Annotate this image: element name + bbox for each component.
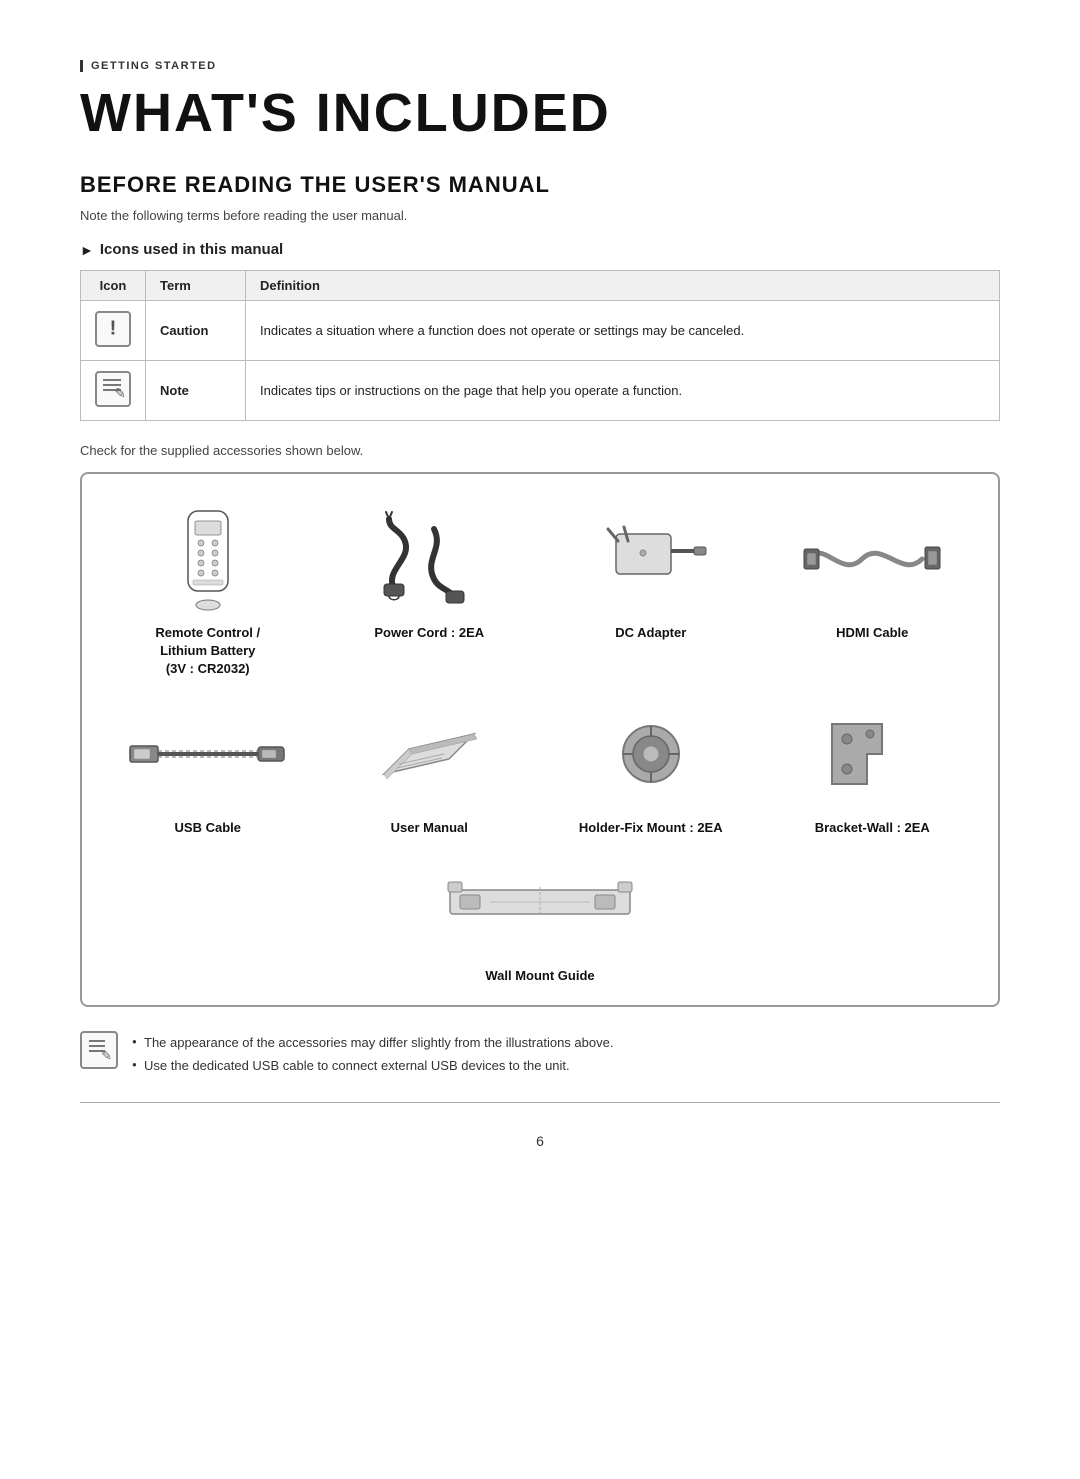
accessory-label-bracket-wall: Bracket-Wall : 2EA: [815, 819, 930, 837]
accessory-label-user-manual: User Manual: [391, 819, 468, 837]
col-header-definition: Definition: [246, 271, 1000, 301]
note-bullet-1: The appearance of the accessories may di…: [132, 1031, 613, 1054]
subsection-heading: ► Icons used in this manual: [80, 241, 1000, 258]
check-text: Check for the supplied accessories shown…: [80, 443, 1000, 458]
page-number: 6: [80, 1133, 1000, 1149]
note-icon-cell: [81, 361, 146, 421]
note-box-icon: [80, 1031, 118, 1069]
accessory-image-dc-adapter: [576, 504, 726, 614]
caution-icon-cell: [81, 301, 146, 361]
caution-definition: Indicates a situation where a function d…: [246, 301, 1000, 361]
accessories-box: Remote Control /Lithium Battery(3V : CR2…: [80, 472, 1000, 1007]
accessory-item-wall-mount-guide: Wall Mount Guide: [465, 847, 615, 985]
accessory-image-remote-control: [133, 504, 283, 614]
col-header-term: Term: [146, 271, 246, 301]
accessory-image-wall-mount-guide: [465, 847, 615, 957]
accessory-item-dc-adapter: DC Adapter: [545, 504, 757, 679]
accessory-image-hdmi-cable: [797, 504, 947, 614]
page-title: WHAT'S INCLUDED: [80, 82, 1000, 144]
accessory-label-dc-adapter: DC Adapter: [615, 624, 686, 642]
note-icon: [95, 371, 131, 407]
accessory-image-bracket-wall: [797, 699, 947, 809]
note-box: The appearance of the accessories may di…: [80, 1031, 1000, 1103]
col-header-icon: Icon: [81, 271, 146, 301]
accessory-label-remote-control: Remote Control /Lithium Battery(3V : CR2…: [155, 624, 260, 679]
accessory-label-power-cord: Power Cord : 2EA: [374, 624, 484, 642]
intro-text: Note the following terms before reading …: [80, 208, 1000, 223]
caution-term: Caution: [146, 301, 246, 361]
note-bullets: The appearance of the accessories may di…: [132, 1031, 613, 1078]
section-label: GETTING STARTED: [80, 60, 1000, 72]
accessory-image-power-cord: [354, 504, 504, 614]
table-row: Caution Indicates a situation where a fu…: [81, 301, 1000, 361]
accessory-label-wall-mount-guide: Wall Mount Guide: [485, 967, 594, 985]
accessory-item-hdmi-cable: HDMI Cable: [767, 504, 979, 679]
accessory-image-user-manual: [354, 699, 504, 809]
table-row: Note Indicates tips or instructions on t…: [81, 361, 1000, 421]
note-bullet-2: Use the dedicated USB cable to connect e…: [132, 1054, 613, 1077]
accessories-last-row: Wall Mount Guide: [102, 847, 978, 985]
arrow-icon: ►: [80, 242, 94, 258]
accessory-item-holder-fix-mount: Holder-Fix Mount : 2EA: [545, 699, 757, 837]
accessory-label-holder-fix-mount: Holder-Fix Mount : 2EA: [579, 819, 723, 837]
caution-icon: [95, 311, 131, 347]
accessory-label-usb-cable: USB Cable: [175, 819, 241, 837]
accessory-label-hdmi-cable: HDMI Cable: [836, 624, 908, 642]
accessory-image-holder-fix-mount: [576, 699, 726, 809]
accessory-item-bracket-wall: Bracket-Wall : 2EA: [767, 699, 979, 837]
accessory-item-usb-cable: USB Cable: [102, 699, 314, 837]
accessories-grid: Remote Control /Lithium Battery(3V : CR2…: [102, 504, 978, 837]
section-heading: BEFORE READING THE USER'S MANUAL: [80, 172, 1000, 198]
accessory-item-user-manual: User Manual: [324, 699, 536, 837]
note-term: Note: [146, 361, 246, 421]
icons-table: Icon Term Definition Caution Indicates a…: [80, 270, 1000, 421]
note-definition: Indicates tips or instructions on the pa…: [246, 361, 1000, 421]
accessory-item-power-cord: Power Cord : 2EA: [324, 504, 536, 679]
accessory-item-remote-control: Remote Control /Lithium Battery(3V : CR2…: [102, 504, 314, 679]
accessory-image-usb-cable: [133, 699, 283, 809]
